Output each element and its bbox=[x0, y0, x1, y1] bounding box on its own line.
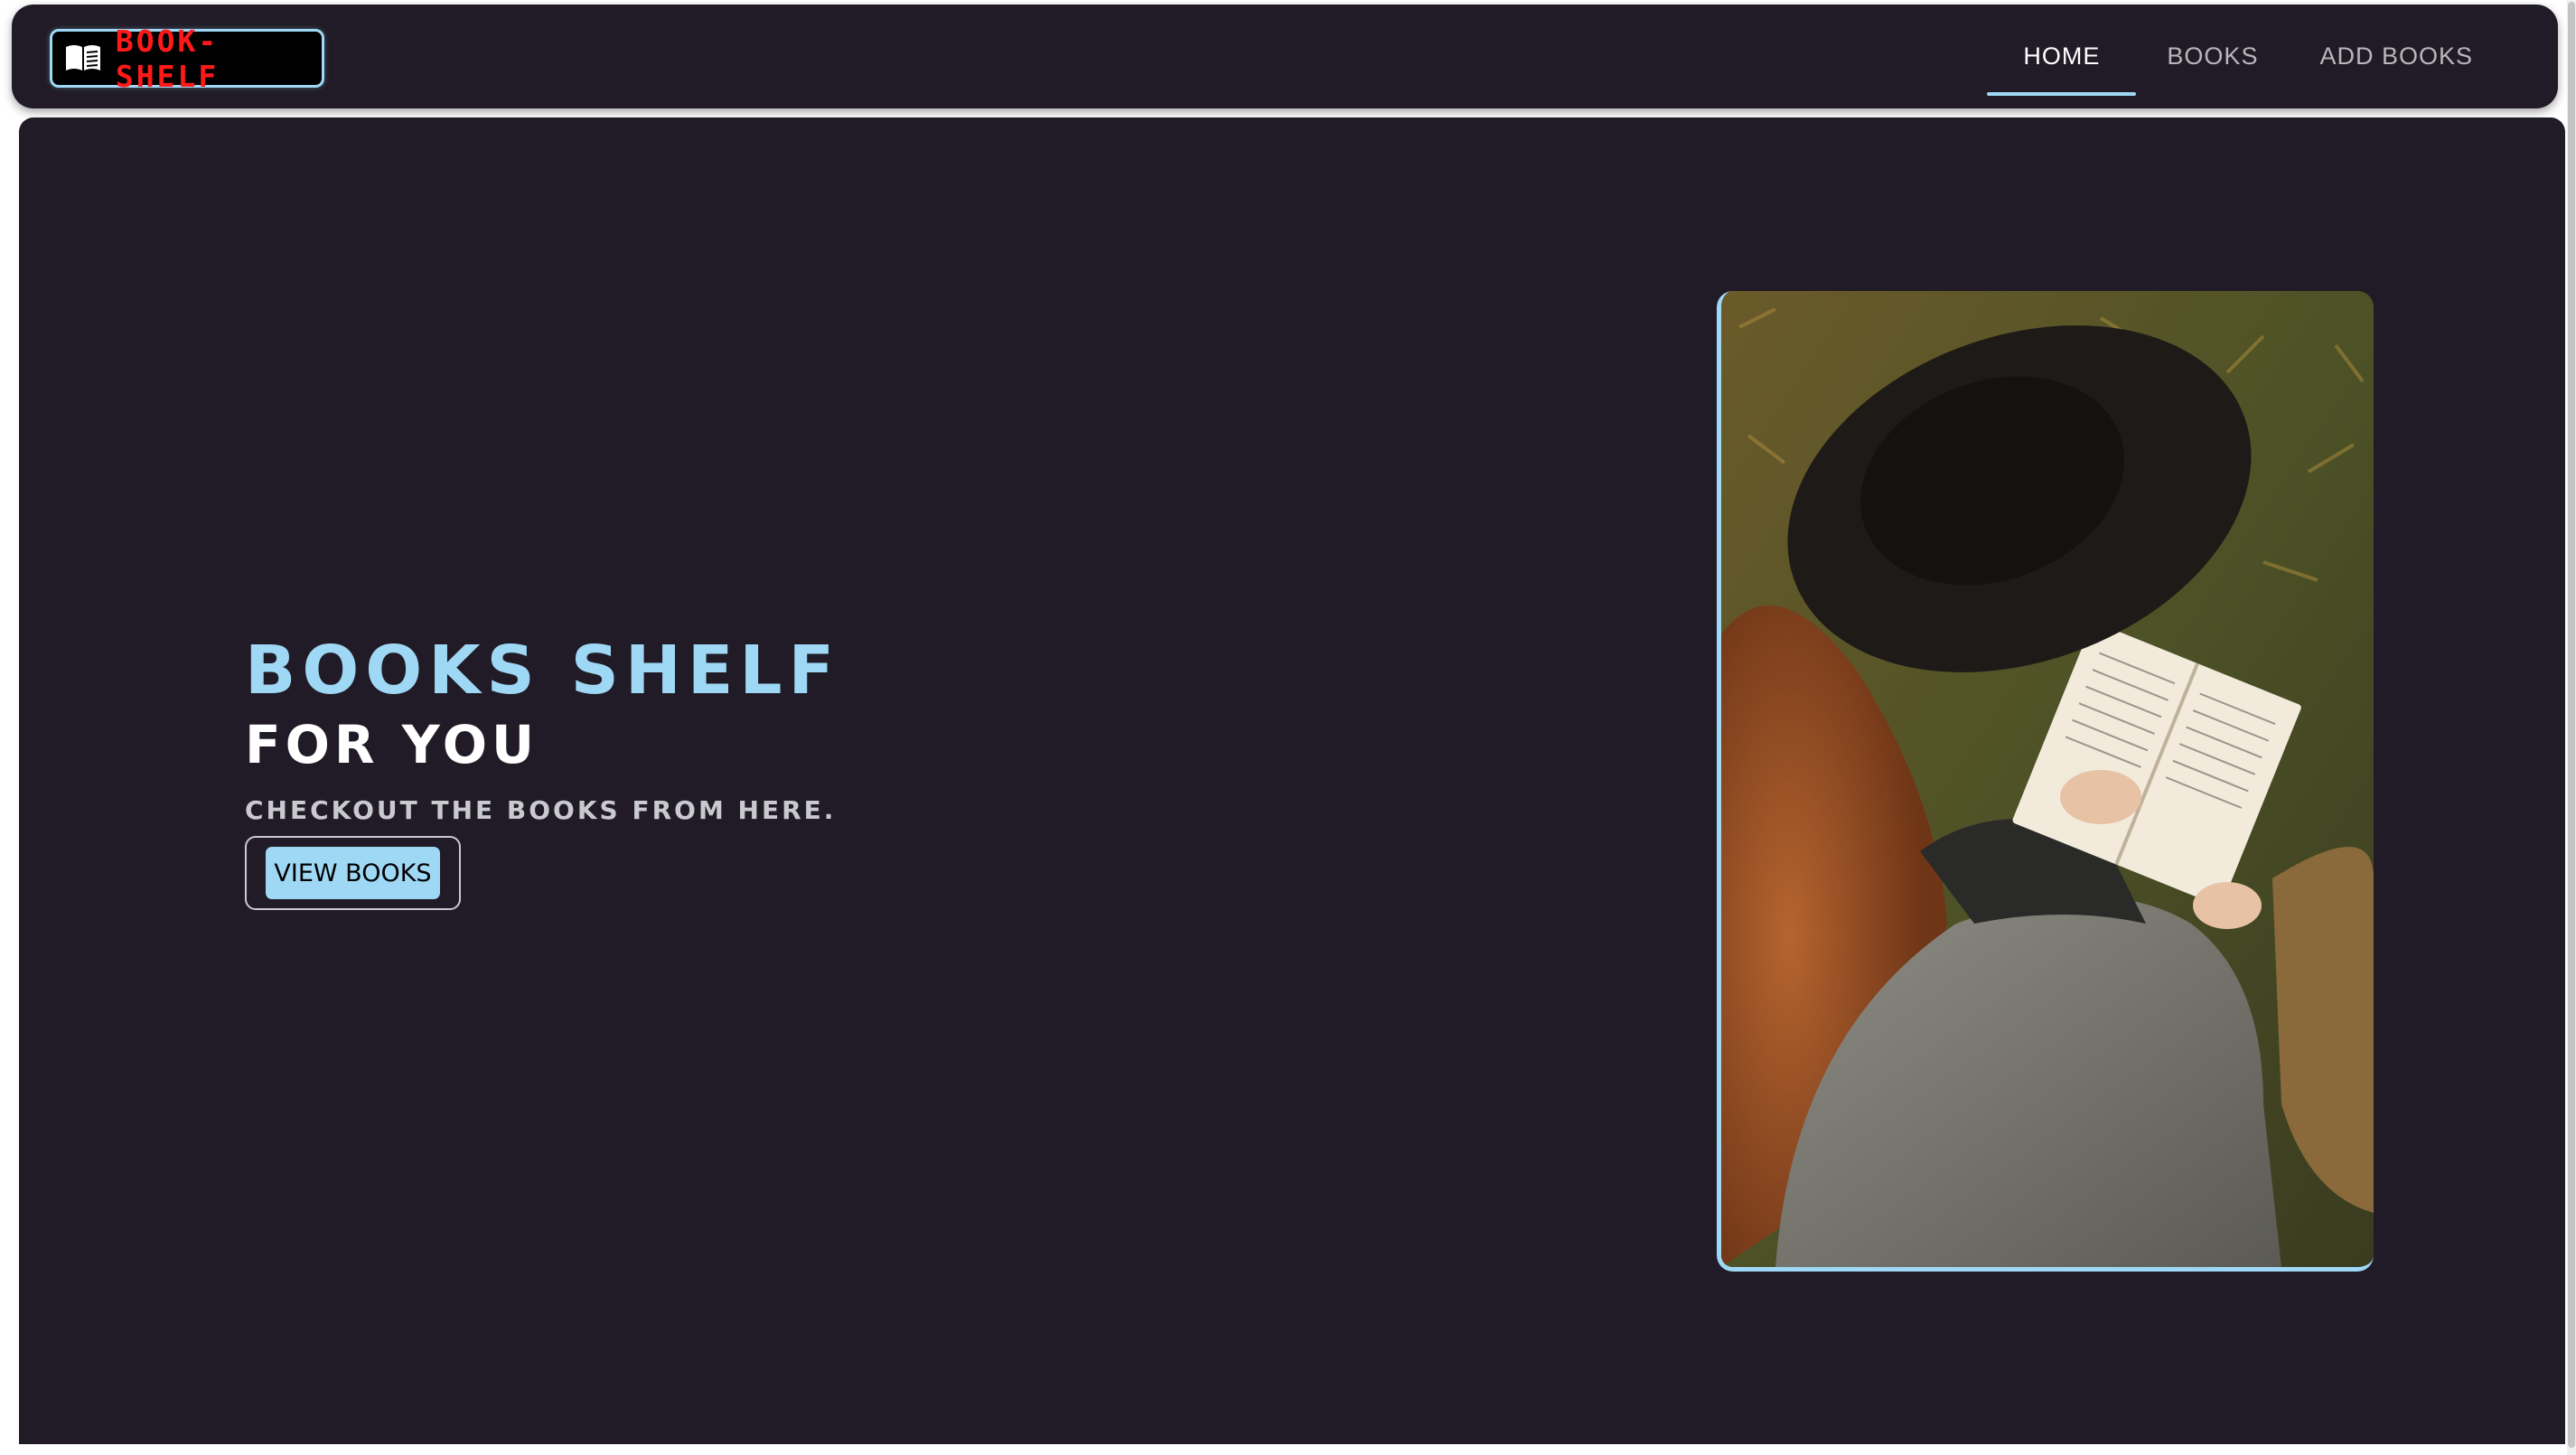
view-books-button-frame: VIEW BOOKS bbox=[245, 836, 461, 910]
hero-section: BOOKS SHELF FOR YOU CHECKOUT THE BOOKS F… bbox=[19, 117, 2565, 1444]
top-navbar: BOOK-SHELF HOME BOOKS ADD BOOKS bbox=[12, 5, 2558, 108]
woman-reading-book-photo bbox=[1721, 291, 2374, 1267]
hero-text: BOOKS SHELF FOR YOU CHECKOUT THE BOOKS F… bbox=[245, 633, 840, 910]
brand-name: BOOK-SHELF bbox=[115, 23, 220, 94]
brand-logo[interactable]: BOOK-SHELF bbox=[50, 23, 324, 94]
nav-add-books[interactable]: ADD BOOKS bbox=[2289, 5, 2504, 108]
view-books-button[interactable]: VIEW BOOKS bbox=[266, 847, 440, 899]
scrollbar-thumb[interactable] bbox=[2568, 2, 2575, 1448]
nav-home[interactable]: HOME bbox=[1987, 5, 2137, 108]
hero-title: BOOKS SHELF bbox=[245, 632, 841, 709]
nav-books[interactable]: BOOKS bbox=[2136, 5, 2289, 108]
nav-links: HOME BOOKS ADD BOOKS bbox=[1987, 5, 2504, 108]
page-scrollbar[interactable] bbox=[2567, 0, 2576, 1455]
open-book-icon bbox=[63, 42, 103, 75]
hero-photo bbox=[1717, 291, 2374, 1272]
hero-tagline: CHECKOUT THE BOOKS FROM HERE. bbox=[245, 795, 837, 825]
hero-subtitle: FOR YOU bbox=[245, 714, 539, 775]
